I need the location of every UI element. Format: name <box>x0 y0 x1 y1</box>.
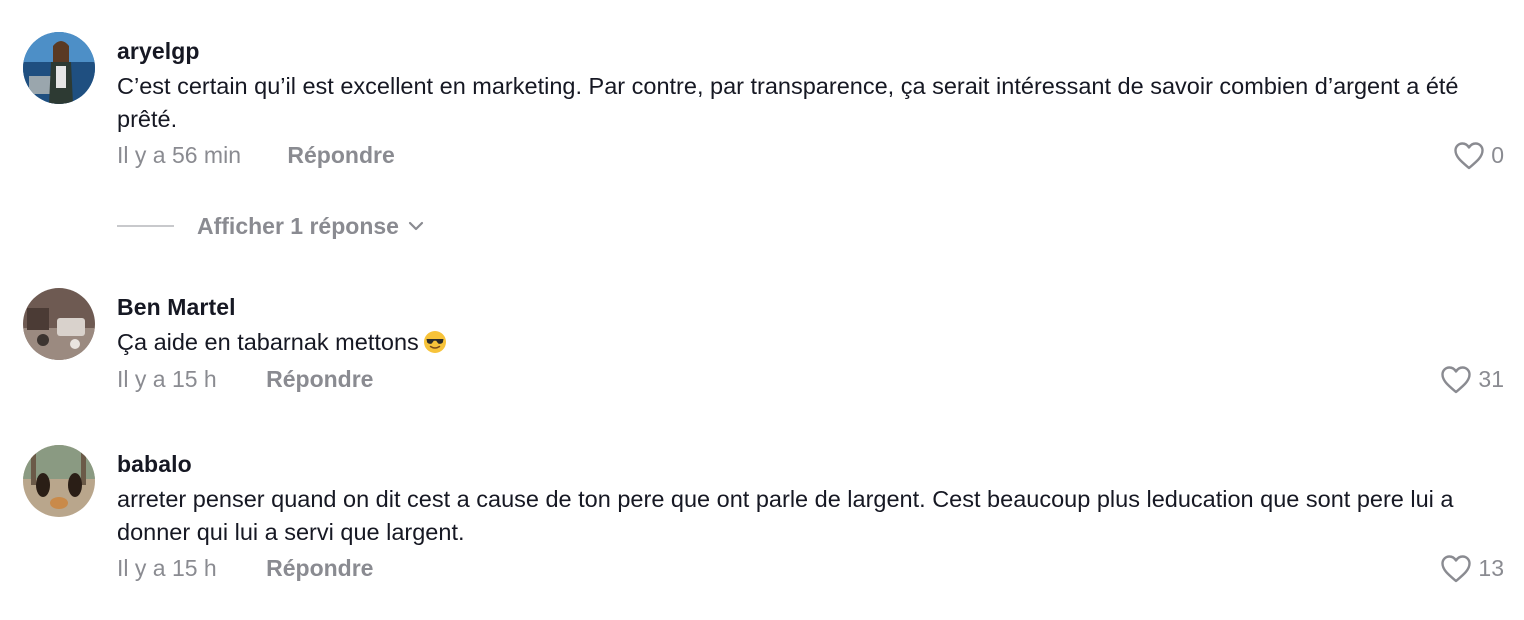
like-count: 0 <box>1491 142 1504 168</box>
comment-meta: Il y a 56 min Répondre <box>117 142 395 169</box>
comment-meta: Il y a 15 h Répondre <box>117 555 373 582</box>
like-button[interactable]: 31 <box>1440 365 1504 394</box>
like-button[interactable]: 0 <box>1453 141 1504 170</box>
username[interactable]: babalo <box>117 451 192 478</box>
like-count: 13 <box>1478 555 1504 581</box>
chevron-down-icon <box>408 221 424 231</box>
avatar-image <box>23 288 95 360</box>
sunglasses-emoji-icon <box>423 331 446 353</box>
divider-line <box>117 225 174 227</box>
heart-icon <box>1441 555 1472 583</box>
like-count: 31 <box>1478 366 1504 392</box>
view-replies-button[interactable]: Afficher 1 réponse <box>117 210 425 242</box>
comment-text: C’est certain qu’il est excellent en mar… <box>117 73 1459 132</box>
avatar[interactable] <box>23 32 95 104</box>
comment-text: Ça aide en tabarnak mettons <box>117 326 1477 359</box>
username[interactable]: Ben Martel <box>117 294 236 321</box>
timestamp: Il y a 15 h <box>117 555 217 581</box>
view-replies-label: Afficher 1 réponse <box>197 212 399 239</box>
heart-icon <box>1441 366 1472 394</box>
heart-icon <box>1454 142 1484 170</box>
reply-button[interactable]: Répondre <box>266 366 373 393</box>
timestamp: Il y a 56 min <box>117 142 241 168</box>
like-button[interactable]: 13 <box>1440 554 1504 583</box>
avatar[interactable] <box>23 288 95 360</box>
reply-button[interactable]: Répondre <box>266 555 373 582</box>
reply-button[interactable]: Répondre <box>287 142 394 169</box>
username[interactable]: aryelgp <box>117 38 200 65</box>
comment-text-content: Ça aide en tabarnak mettons <box>117 329 419 355</box>
avatar-image <box>23 445 95 517</box>
comment-text: arreter penser quand on dit cest a cause… <box>117 486 1454 545</box>
avatar[interactable] <box>23 445 95 517</box>
comment-meta: Il y a 15 h Répondre <box>117 366 373 393</box>
timestamp: Il y a 15 h <box>117 366 217 392</box>
avatar-image <box>23 32 95 104</box>
